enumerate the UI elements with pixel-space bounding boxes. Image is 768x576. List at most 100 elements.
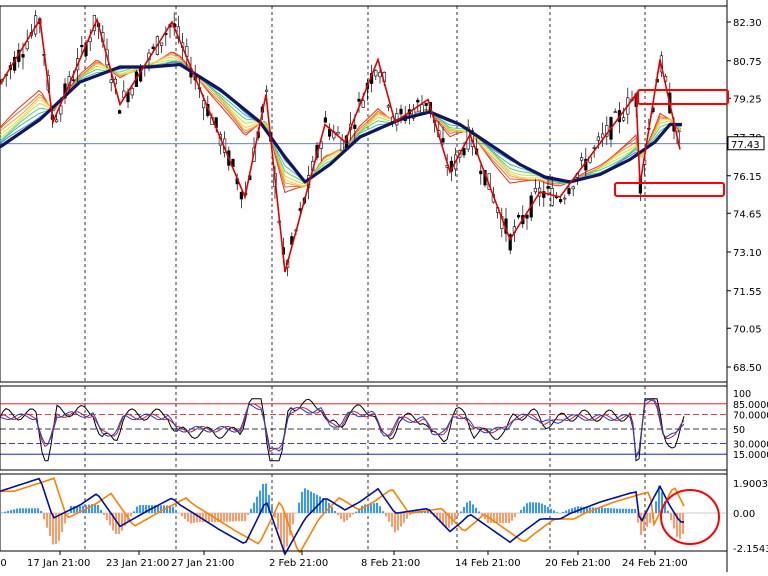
macd-histogram-bar <box>28 508 30 513</box>
price-tick-label: 80.75 <box>733 57 762 68</box>
macd-histogram-bar <box>244 513 246 522</box>
macd-histogram-bar <box>511 513 513 521</box>
oscillator-tick-label: 50 <box>733 425 745 436</box>
macd-histogram-bar <box>331 507 333 513</box>
price-tick-label: 82.30 <box>733 18 762 29</box>
candle-body <box>323 117 328 123</box>
price-tick-label: 71.55 <box>733 287 762 298</box>
macd-histogram-bar <box>346 513 348 521</box>
candle-body <box>71 79 75 82</box>
macd-histogram-bar <box>40 511 42 513</box>
candle-body <box>399 108 403 115</box>
candle-body <box>462 148 466 156</box>
candle-body <box>54 119 59 123</box>
macd-histogram-bar <box>316 494 318 513</box>
candle-body <box>567 188 571 195</box>
macd-histogram-bar <box>232 513 234 522</box>
candle-body <box>264 89 269 92</box>
candle-body <box>424 102 428 106</box>
macd-histogram-bar <box>121 513 123 531</box>
macd-histogram-bar <box>541 503 543 513</box>
candle-body <box>80 45 84 48</box>
chart-stage: 82.3080.7579.2577.7076.1574.6573.1071.55… <box>0 0 768 572</box>
macd-histogram-bar <box>7 510 9 513</box>
macd-histogram-bar <box>613 508 615 513</box>
candle-body <box>546 186 550 189</box>
current-price-label: 77.43 <box>731 140 760 151</box>
time-tick-label: 00 <box>0 558 7 569</box>
macd-histogram-bar <box>529 502 531 513</box>
macd-histogram-bar <box>340 513 342 520</box>
macd-histogram-bar <box>667 510 669 513</box>
time-tick-label: 24 Feb 21:00 <box>622 558 688 569</box>
macd-histogram-bar <box>241 513 243 522</box>
macd-histogram-bar <box>508 513 510 524</box>
macd-histogram-bar <box>391 513 393 528</box>
macd-histogram-bar <box>640 513 642 536</box>
candle-body <box>479 170 483 175</box>
macd-histogram-bar <box>37 508 39 513</box>
macd-histogram-bar <box>211 513 213 523</box>
macd-histogram-bar <box>373 503 375 513</box>
macd-histogram-bar <box>355 511 357 513</box>
macd-histogram-bar <box>565 510 567 513</box>
time-tick-label: 23 Jan 21:00 <box>106 558 169 569</box>
candle-body <box>160 42 164 46</box>
macd-histogram-bar <box>178 513 180 514</box>
candle-body <box>336 131 340 135</box>
candle-body <box>420 104 424 113</box>
macd-histogram-bar <box>301 491 303 513</box>
macd-histogram-bar <box>235 513 237 522</box>
macd-histogram-bar <box>520 509 522 513</box>
candle-body <box>563 197 567 200</box>
macd-histogram-bar <box>370 503 372 513</box>
macd-histogram-bar <box>187 513 189 522</box>
macd-histogram-bar <box>454 513 456 521</box>
macd-histogram-bar <box>532 502 534 513</box>
macd-histogram-bar <box>250 508 252 513</box>
macd-histogram-bar <box>25 508 27 513</box>
candle-body <box>151 46 155 49</box>
chart-svg[interactable]: 82.3080.7579.2577.7076.1574.6573.1071.55… <box>0 0 768 572</box>
macd-histogram-bar <box>337 513 339 516</box>
macd-histogram-bar <box>106 513 108 521</box>
macd-histogram-bar <box>682 513 684 534</box>
candle-body <box>357 98 361 102</box>
macd-histogram-bar <box>472 504 474 513</box>
macd-histogram-bar <box>19 508 21 513</box>
macd-histogram-bar <box>67 513 69 515</box>
macd-histogram-bar <box>10 510 12 513</box>
price-tick-label: 70.05 <box>733 324 762 335</box>
macd-histogram-bar <box>625 508 627 513</box>
macd-histogram-bar <box>16 508 18 513</box>
macd-histogram-bar <box>406 513 408 519</box>
oscillator-panel <box>0 385 728 471</box>
time-tick-label: 17 Jan 21:00 <box>27 558 90 569</box>
macd-histogram-bar <box>517 513 519 514</box>
macd-histogram-bar <box>136 506 138 513</box>
macd-histogram-bar <box>553 510 555 513</box>
candle-body <box>386 105 391 108</box>
macd-histogram-bar <box>619 508 621 513</box>
macd-histogram-bar <box>544 505 546 513</box>
macd-histogram-bar <box>562 511 564 513</box>
macd-histogram-bar <box>496 513 498 524</box>
candle-body <box>592 147 596 149</box>
macd-histogram-bar <box>631 508 633 513</box>
macd-histogram-bar <box>295 513 297 514</box>
candle-body <box>516 215 521 218</box>
macd-histogram-bar <box>43 513 45 520</box>
macd-histogram-bar <box>190 513 192 524</box>
macd-histogram-bar <box>130 513 132 517</box>
candle-body <box>550 188 554 206</box>
macd-histogram-bar <box>670 513 672 521</box>
oscillator-tick-label: 70.0000 <box>733 411 768 422</box>
macd-histogram-bar <box>13 509 15 513</box>
candle-body <box>340 139 344 152</box>
macd-histogram-bar <box>460 511 462 513</box>
oscillator-tick-label: 15.0000 <box>733 450 768 461</box>
macd-histogram-bar <box>103 513 105 515</box>
macd-histogram-bar <box>559 513 561 514</box>
macd-histogram-bar <box>523 506 525 513</box>
macd-histogram-bar <box>514 513 516 518</box>
